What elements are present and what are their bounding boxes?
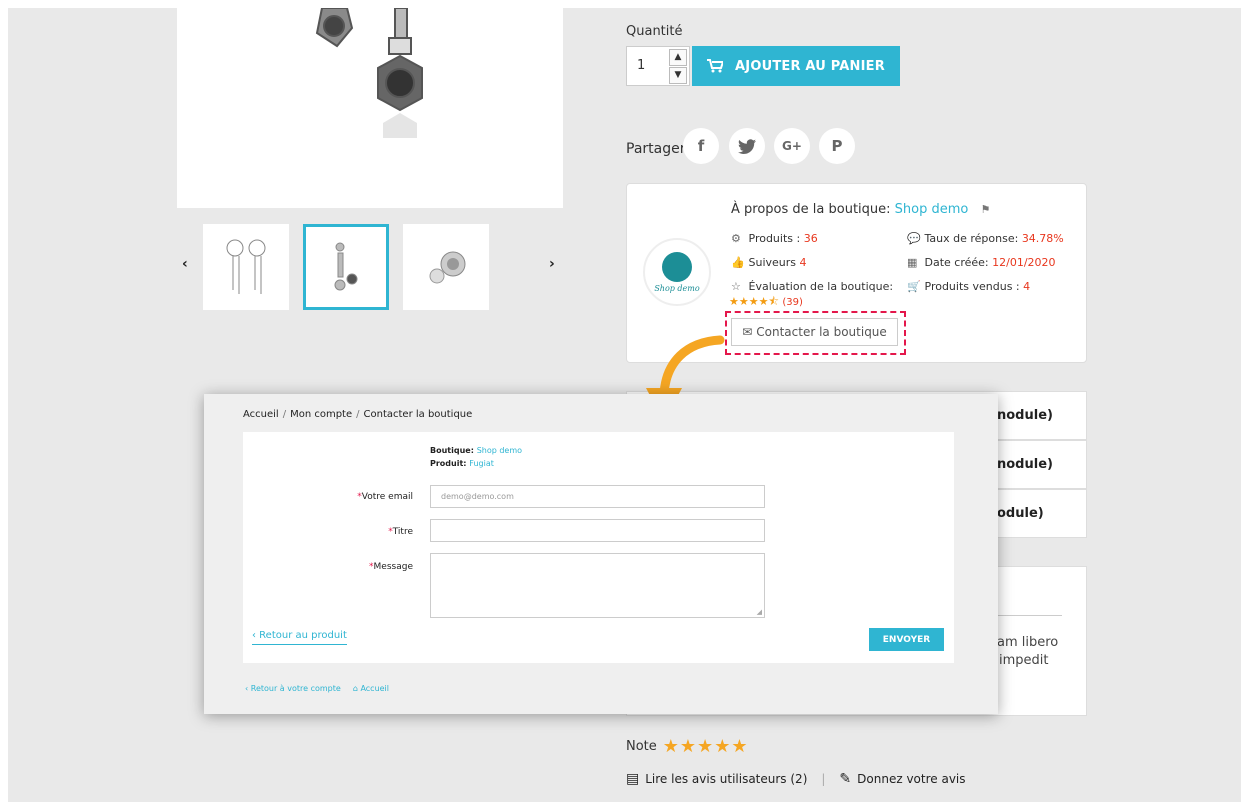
comment-icon: ▤ [626,771,640,787]
product-main-image[interactable] [177,8,563,208]
pencil-icon: ✎ [839,771,852,787]
write-review-link[interactable]: Donnez votre avis [857,772,965,786]
read-reviews-link[interactable]: Lire les avis utilisateurs (2) [645,772,807,786]
breadcrumb-home[interactable]: Accueil [243,409,279,420]
home-icon: ⌂ [352,684,358,693]
shop-rating-stars: ★★★★⯪ (39) [729,295,803,308]
resize-handle-icon[interactable]: ◢ [757,608,762,616]
thumbnail-3[interactable] [403,224,489,310]
star-outline-icon: ☆ [731,280,741,293]
shop-name-link[interactable]: Shop demo [895,202,969,217]
twitter-icon[interactable] [729,128,765,164]
contact-form: Boutique: Shop demo Produit: Fugiat *Vot… [243,432,954,663]
email-label: *Votre email [357,492,413,502]
title-field[interactable] [430,519,765,542]
stat-products-sold: 🛒 Produits vendus : 4 [907,280,1031,293]
thumbnail-2[interactable] [303,224,389,310]
cart-icon: 🛒 [907,280,921,293]
stat-followers: 👍 Suiveurs 4 [731,256,807,269]
cart-icon [707,59,724,73]
send-button[interactable]: ENVOYER [869,628,944,651]
title-label: *Titre [388,527,413,537]
form-shop-link[interactable]: Shop demo [477,446,522,455]
rating-stars: ★★★★★ [662,736,749,757]
stat-rating: ☆ Évaluation de la boutique: [731,280,894,293]
back-to-product-link[interactable]: ‹ Retour au produit [252,630,347,645]
cubes-icon: ⚙ [731,232,741,245]
calendar-icon: ▦ [907,256,918,269]
breadcrumb-account[interactable]: Mon compte [290,409,352,420]
share-label: Partager [626,141,686,157]
form-shop-info: Boutique: Shop demo Produit: Fugiat [430,446,523,468]
thumbs-up-icon: 👍 [731,256,745,269]
quantity-stepper[interactable]: 1 ▲ ▼ [626,46,690,86]
shop-logo[interactable]: Shop demo [643,238,711,306]
product-rating: Note ★★★★★ [626,736,749,757]
comment-icon: 💬 [907,232,921,245]
contact-form-window: Accueil / Mon compte / Contacter la boutique… [204,394,998,714]
thumbnail-strip [177,224,577,314]
stat-created-date: ▦ Date créée: 12/01/2020 [907,256,1056,269]
stat-products: ⚙ Produits : 36 [731,232,818,245]
chevron-up-icon[interactable]: ▲ [669,49,687,66]
about-shop-heading: À propos de la boutique: Shop demo ⚑ [731,202,991,217]
envelope-icon: ✉ [742,325,753,339]
contact-shop-button[interactable]: ✉ Contacter la boutique [731,318,898,346]
flag-icon[interactable]: ⚑ [981,203,991,216]
breadcrumb: Accueil / Mon compte / Contacter la boutique [243,409,473,420]
quantity-label: Quantité [626,24,683,39]
quantity-value[interactable]: 1 [637,58,645,73]
thumbnail-1[interactable] [203,224,289,310]
facebook-icon[interactable]: f [683,128,719,164]
dress-form-icon [662,251,692,282]
back-to-account-link[interactable]: ‹ Retour à votre compte [245,684,341,693]
add-to-cart-button[interactable]: AJOUTER AU PANIER [692,46,900,86]
reviews-bar: ▤ Lire les avis utilisateurs (2) | ✎ Don… [626,771,966,787]
google-plus-icon[interactable]: G+ [774,128,810,164]
chevron-down-icon[interactable]: ▼ [669,67,687,84]
add-to-cart-label: AJOUTER AU PANIER [735,58,885,74]
email-field[interactable]: demo@demo.com [430,485,765,508]
message-label: *Message [369,562,413,572]
pinterest-icon[interactable]: P [819,128,855,164]
form-footer-links: ‹ Retour à votre compte ⌂ Accueil [245,684,389,693]
divider [987,615,1062,616]
message-textarea[interactable]: ◢ [430,553,765,618]
form-product-link[interactable]: Fugiat [469,459,494,468]
stat-response-rate: 💬 Taux de réponse: 34.78% [907,232,1064,245]
breadcrumb-current: Contacter la boutique [363,409,473,420]
home-link[interactable]: ⌂ Accueil [353,684,389,693]
